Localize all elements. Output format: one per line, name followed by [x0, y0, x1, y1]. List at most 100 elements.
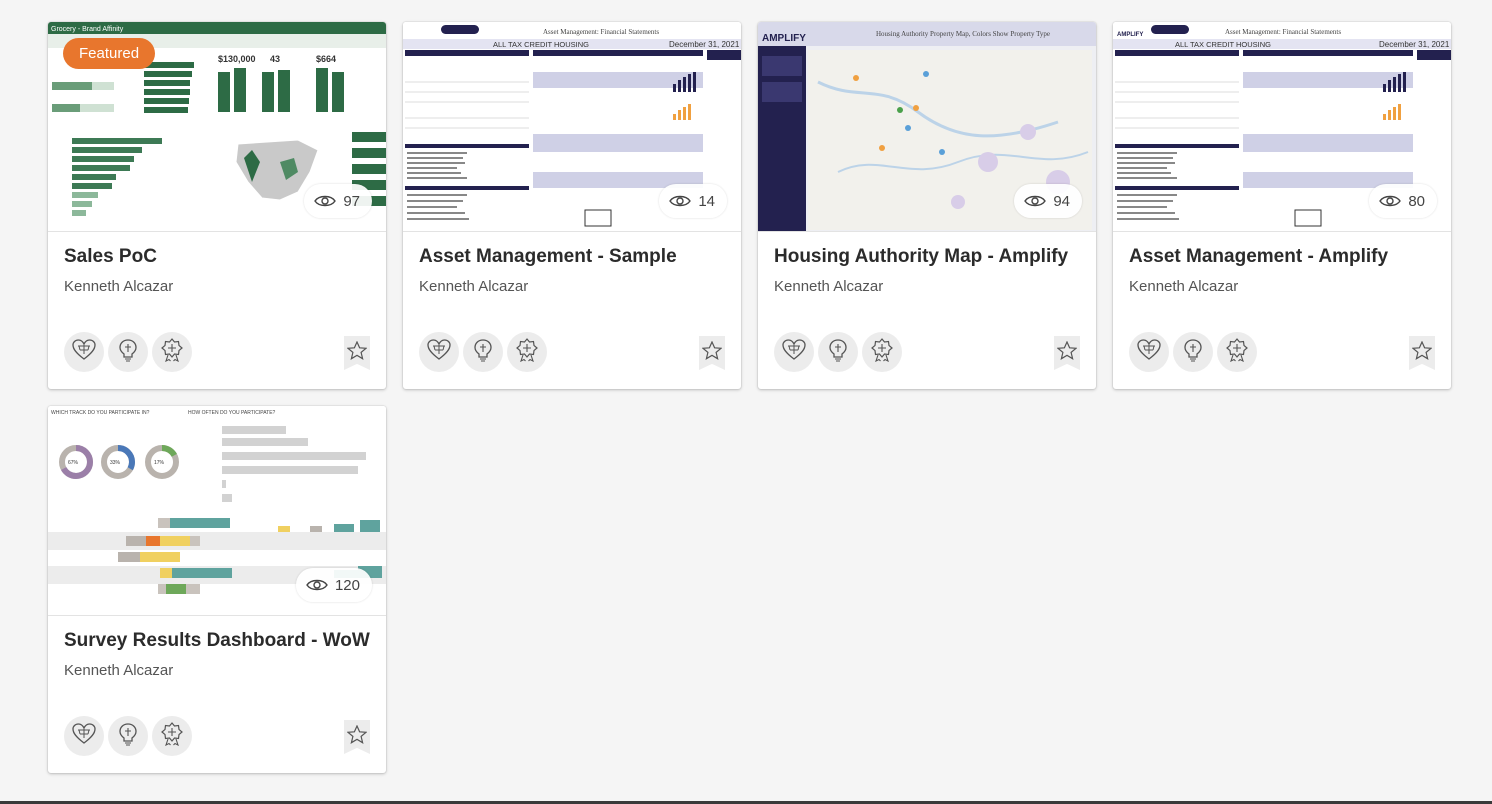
lightbulb-button[interactable] [818, 332, 858, 372]
workbook-author[interactable]: Kenneth Alcazar [1129, 278, 1238, 295]
eye-icon [669, 194, 692, 208]
view-count: 97 [304, 184, 372, 218]
svg-text:AMPLIFY: AMPLIFY [1117, 32, 1143, 38]
eye-icon [1379, 194, 1402, 208]
workbook-card[interactable]: AMPLIFY Housing Authority Property Map, … [758, 22, 1096, 389]
svg-text:ALL TAX CREDIT HOUSING: ALL TAX CREDIT HOUSING [493, 40, 589, 49]
svg-text:33%: 33% [110, 460, 121, 466]
workbook-title[interactable]: Housing Authority Map - Amplify [774, 246, 1068, 268]
view-count: 80 [1369, 184, 1437, 218]
view-count-value: 97 [343, 192, 360, 210]
award-button[interactable] [507, 332, 547, 372]
heart-network-button[interactable] [64, 332, 104, 372]
heart-network-button[interactable] [774, 332, 814, 372]
lightbulb-button[interactable] [108, 332, 148, 372]
svg-text:43: 43 [270, 54, 280, 64]
eye-icon [306, 578, 328, 592]
svg-text:ALL TAX CREDIT HOUSING: ALL TAX CREDIT HOUSING [1175, 40, 1271, 49]
lightbulb-icon [1183, 338, 1203, 367]
lightbulb-button[interactable] [1173, 332, 1213, 372]
workbook-thumbnail[interactable]: AMPLIFY Housing Authority Property Map, … [758, 22, 1096, 232]
card-action-icons [64, 716, 192, 756]
workbook-title[interactable]: Asset Management - Amplify [1129, 246, 1388, 268]
thumb-header: Grocery - Brand Affinity [51, 26, 124, 33]
favorite-button[interactable] [344, 720, 370, 754]
workbook-author[interactable]: Kenneth Alcazar [64, 662, 173, 679]
lightbulb-icon [828, 338, 848, 367]
workbook-thumbnail[interactable]: AMPLIFY Asset Management: Financial Stat… [1113, 22, 1451, 232]
favorite-button[interactable] [1409, 336, 1435, 370]
heart-network-button[interactable] [64, 716, 104, 756]
award-icon [161, 337, 183, 367]
award-button[interactable] [152, 716, 192, 756]
award-button[interactable] [152, 332, 192, 372]
svg-text:December 31, 2021: December 31, 2021 [669, 40, 740, 49]
workbook-thumbnail[interactable]: Asset Management: Financial Statements A… [403, 22, 741, 232]
svg-text:HOW OFTEN DO YOU PARTICIPATE?: HOW OFTEN DO YOU PARTICIPATE? [188, 410, 276, 416]
lightbulb-button[interactable] [108, 716, 148, 756]
svg-text:Asset Management: Financial St: Asset Management: Financial Statements [1225, 28, 1341, 36]
award-button[interactable] [862, 332, 902, 372]
star-icon [1056, 340, 1078, 365]
svg-text:$664: $664 [316, 54, 336, 64]
heart-network-icon [1137, 338, 1161, 366]
svg-text:WHICH TRACK DO YOU PARTICIPATE: WHICH TRACK DO YOU PARTICIPATE IN? [51, 410, 150, 416]
favorite-button[interactable] [699, 336, 725, 370]
workbook-thumbnail[interactable]: Grocery - Brand Affinity $130,000 43 $66… [48, 22, 386, 232]
workbook-title[interactable]: Asset Management - Sample [419, 246, 677, 268]
view-count: 94 [1014, 184, 1082, 218]
award-icon [871, 337, 893, 367]
heart-network-icon [72, 722, 96, 750]
award-icon [1226, 337, 1248, 367]
view-count: 120 [295, 568, 372, 602]
svg-text:December 31, 2021: December 31, 2021 [1379, 40, 1450, 49]
view-count-value: 14 [698, 192, 715, 210]
heart-network-icon [427, 338, 451, 366]
star-icon [346, 724, 368, 749]
lightbulb-icon [118, 338, 138, 367]
workbook-card[interactable]: Asset Management: Financial Statements A… [403, 22, 741, 389]
workbook-author[interactable]: Kenneth Alcazar [774, 278, 883, 295]
heart-network-button[interactable] [419, 332, 459, 372]
featured-badge: Featured [63, 38, 156, 69]
view-count: 14 [659, 184, 727, 218]
eye-icon [1024, 194, 1047, 208]
heart-network-button[interactable] [1129, 332, 1169, 372]
svg-text:AMPLIFY: AMPLIFY [762, 33, 806, 44]
heart-network-icon [72, 338, 96, 366]
lightbulb-icon [473, 338, 493, 367]
svg-text:17%: 17% [154, 460, 165, 466]
lightbulb-icon [118, 722, 138, 751]
view-count-value: 94 [1053, 192, 1070, 210]
workbook-card[interactable]: Grocery - Brand Affinity $130,000 43 $66… [48, 22, 386, 389]
view-count-value: 120 [334, 576, 360, 594]
view-count-value: 80 [1408, 192, 1425, 210]
award-icon [161, 721, 183, 751]
workbook-title[interactable]: Sales PoC [64, 246, 157, 268]
svg-text:Housing Authority Property Map: Housing Authority Property Map, Colors S… [876, 30, 1050, 38]
lightbulb-button[interactable] [463, 332, 503, 372]
svg-text:$130,000: $130,000 [218, 54, 256, 64]
favorite-button[interactable] [1054, 336, 1080, 370]
card-action-icons [1129, 332, 1257, 372]
heart-network-icon [782, 338, 806, 366]
workbook-card[interactable]: WHICH TRACK DO YOU PARTICIPATE IN? HOW O… [48, 406, 386, 773]
award-button[interactable] [1217, 332, 1257, 372]
favorite-button[interactable] [344, 336, 370, 370]
star-icon [701, 340, 723, 365]
card-action-icons [64, 332, 192, 372]
eye-icon [314, 194, 337, 208]
svg-text:Asset Management: Financial St: Asset Management: Financial Statements [543, 28, 659, 36]
workbook-author[interactable]: Kenneth Alcazar [419, 278, 528, 295]
card-action-icons [419, 332, 547, 372]
workbook-card[interactable]: AMPLIFY Asset Management: Financial Stat… [1113, 22, 1451, 389]
star-icon [1411, 340, 1433, 365]
workbook-title[interactable]: Survey Results Dashboard - WoW [64, 630, 370, 652]
workbook-author[interactable]: Kenneth Alcazar [64, 278, 173, 295]
workbook-thumbnail[interactable]: WHICH TRACK DO YOU PARTICIPATE IN? HOW O… [48, 406, 386, 616]
workbook-grid: Grocery - Brand Affinity $130,000 43 $66… [0, 0, 1492, 804]
card-action-icons [774, 332, 902, 372]
award-icon [516, 337, 538, 367]
star-icon [346, 340, 368, 365]
svg-text:67%: 67% [68, 460, 79, 466]
